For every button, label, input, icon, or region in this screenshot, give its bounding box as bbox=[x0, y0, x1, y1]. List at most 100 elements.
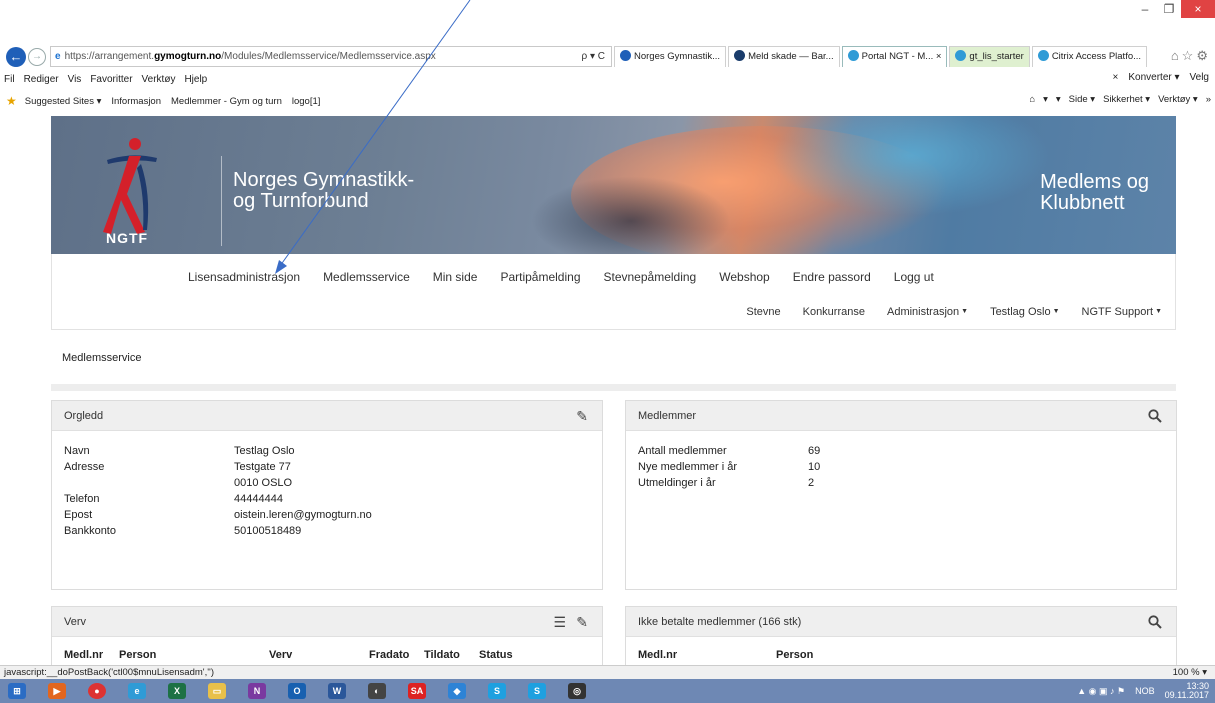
browser-tab[interactable]: Norges Gymnastik... bbox=[614, 46, 727, 67]
info-row: Adresse Testgate 77 bbox=[64, 459, 590, 475]
nav-item[interactable]: Lisensadministrasjon bbox=[188, 270, 300, 284]
nav-item[interactable]: Min side bbox=[433, 270, 478, 284]
command-button[interactable]: ▾ bbox=[1056, 94, 1061, 105]
command-button[interactable]: » bbox=[1206, 94, 1211, 105]
menu-item[interactable]: Favoritter bbox=[90, 74, 132, 85]
caret-down-icon: ▼ bbox=[1155, 308, 1162, 315]
language-indicator[interactable]: NOB bbox=[1135, 686, 1155, 696]
table-column-header[interactable]: Medl.nr bbox=[638, 649, 776, 661]
favorite-link[interactable]: Informasjon bbox=[111, 96, 161, 107]
home-star-gear-icons[interactable]: ⌂☆⚙ bbox=[1171, 48, 1211, 64]
clock[interactable]: 13:30 09.11.2017 bbox=[1165, 682, 1209, 700]
browser-tab-label: Citrix Access Platfo... bbox=[1051, 51, 1142, 62]
edit-pencil-icon[interactable]: ✎ bbox=[576, 408, 588, 425]
taskbar-audio-icon[interactable]: ◎ bbox=[560, 680, 594, 702]
taskbar-word-icon[interactable]: W bbox=[320, 680, 354, 702]
command-button[interactable]: Verktøy ▾ bbox=[1158, 94, 1198, 105]
info-value: 0010 OSLO bbox=[234, 477, 293, 489]
orgledd-panel: Orgledd ✎ Navn Testlag Oslo Adresse Testgat… bbox=[51, 400, 603, 590]
taskbar-ie-icon[interactable]: e bbox=[120, 680, 154, 702]
favorite-link[interactable]: logo[1] bbox=[292, 96, 321, 107]
taskbar-onenote-icon[interactable]: N bbox=[240, 680, 274, 702]
list-icon[interactable]: ☰ bbox=[553, 614, 566, 631]
table-column-header[interactable]: Verv bbox=[269, 649, 369, 661]
taskbar-sa-icon[interactable]: SA bbox=[400, 680, 434, 702]
tab-favicon-icon bbox=[847, 50, 859, 61]
address-row: ← → e https://arrangement. gymogturn.no/M… bbox=[0, 46, 1215, 68]
table-column-header[interactable]: Status bbox=[479, 649, 529, 661]
search-icon[interactable] bbox=[1148, 409, 1162, 423]
restore-icon[interactable]: ❐ bbox=[1157, 0, 1181, 18]
zoom-level[interactable]: 100 % ▾ bbox=[1173, 667, 1207, 678]
verv-table-header: Medl.nr Person Verv Fradato Tildato Status bbox=[52, 649, 602, 661]
back-button[interactable]: ← bbox=[6, 47, 26, 67]
medlemmer-header: Medlemmer bbox=[626, 401, 1176, 431]
nav-item[interactable]: Partipåmelding bbox=[500, 270, 580, 284]
command-button[interactable]: Sikkerhet ▾ bbox=[1103, 94, 1150, 105]
edit-pencil-icon[interactable]: ✎ bbox=[576, 614, 588, 631]
nav-item[interactable]: Webshop bbox=[719, 270, 769, 284]
address-bar[interactable]: e https://arrangement. gymogturn.no/Modul… bbox=[50, 46, 612, 67]
taskbar-skype-icon[interactable]: S bbox=[480, 680, 514, 702]
info-label: Nye medlemmer i år bbox=[638, 461, 738, 473]
command-button[interactable]: Side ▾ bbox=[1069, 94, 1095, 105]
start-button[interactable]: ⊞ bbox=[0, 680, 34, 702]
favorite-link[interactable]: Suggested Sites ▾ bbox=[25, 96, 102, 107]
favorites-star-icon[interactable]: ★ bbox=[6, 94, 17, 108]
taskbar-outlook-icon[interactable]: O bbox=[280, 680, 314, 702]
info-label bbox=[64, 475, 234, 491]
table-column-header[interactable]: Tildato bbox=[424, 649, 479, 661]
browser-tab[interactable]: Portal NGT - M... × bbox=[841, 46, 948, 67]
search-icon[interactable] bbox=[1148, 615, 1162, 629]
menu-item[interactable]: Verktøy bbox=[142, 74, 176, 85]
menu-item[interactable]: Rediger bbox=[24, 74, 59, 85]
nav-item[interactable]: Endre passord bbox=[793, 270, 871, 284]
favorite-link[interactable]: Medlemmer - Gym og turn bbox=[171, 96, 282, 107]
browser-tab[interactable]: Citrix Access Platfo... bbox=[1031, 46, 1148, 67]
subnav-item[interactable]: Administrasjon ▼ bbox=[887, 306, 968, 318]
menu-item[interactable]: Hjelp bbox=[184, 74, 207, 85]
navigation-box: Lisensadministrasjon Medlemsservice Min si… bbox=[51, 254, 1176, 330]
browser-tab[interactable]: gt_lis_starter bbox=[949, 46, 1030, 67]
table-column-header[interactable]: Person bbox=[119, 649, 269, 661]
menu-item[interactable]: Fil bbox=[4, 74, 15, 85]
browser-tab-label: gt_lis_starter bbox=[969, 51, 1024, 62]
nav-item[interactable]: Logg ut bbox=[894, 270, 934, 284]
subnav-label: Konkurranse bbox=[802, 306, 865, 318]
home-icon[interactable]: ⌂ bbox=[1029, 94, 1035, 105]
browser-tab-label: Norges Gymnastik... bbox=[634, 51, 721, 62]
command-button[interactable]: ▾ bbox=[1043, 94, 1048, 105]
info-label: Bankkonto bbox=[64, 525, 116, 537]
nav-item[interactable]: Medlemsservice bbox=[323, 270, 410, 284]
info-label: Antall medlemmer bbox=[638, 445, 727, 457]
subnav-item[interactable]: Testlag Oslo ▼ bbox=[990, 306, 1059, 318]
page-title: Medlemsservice bbox=[62, 352, 142, 364]
subnav-item[interactable]: NGTF Support ▼ bbox=[1082, 306, 1162, 318]
taskbar-media-icon[interactable]: ▶ bbox=[40, 680, 74, 702]
menu-item[interactable]: Vis bbox=[68, 74, 82, 85]
menu-right-item[interactable]: Konverter ▾ bbox=[1128, 72, 1179, 83]
subnav-item[interactable]: Stevne bbox=[746, 306, 780, 318]
taskbar-folder-icon[interactable]: ▭ bbox=[200, 680, 234, 702]
taskbar-dropbox-icon[interactable]: ◆ bbox=[440, 680, 474, 702]
forward-button[interactable]: → bbox=[28, 48, 46, 66]
nav-item[interactable]: Stevnepåmelding bbox=[604, 270, 697, 284]
taskbar-chrome-icon[interactable]: ● bbox=[80, 680, 114, 702]
search-refresh-icon[interactable]: ρ ▾ C bbox=[582, 51, 612, 62]
menu-right-item[interactable]: Velg bbox=[1190, 72, 1209, 83]
menu-right-item[interactable]: × bbox=[1113, 72, 1119, 83]
table-column-header[interactable]: Medl.nr bbox=[64, 649, 119, 661]
taskbar-skype2-icon[interactable]: S bbox=[520, 680, 554, 702]
table-column-header[interactable]: Person bbox=[776, 649, 896, 661]
minimize-icon[interactable]: – bbox=[1133, 0, 1157, 18]
subnav-label: NGTF Support bbox=[1081, 306, 1154, 318]
medlemmer-body: Antall medlemmer 69 Nye medlemmer i år 10 Ut… bbox=[626, 431, 1176, 503]
info-value: 50100518489 bbox=[234, 525, 302, 537]
taskbar-excel-icon[interactable]: X bbox=[160, 680, 194, 702]
subnav-item[interactable]: Konkurranse bbox=[803, 306, 865, 318]
close-window-icon[interactable]: × bbox=[1181, 0, 1215, 18]
browser-tab[interactable]: Meld skade — Bar... bbox=[728, 46, 840, 67]
table-column-header[interactable]: Fradato bbox=[369, 649, 424, 661]
tray-icons[interactable]: ▲ ◉ ▣ ♪ ⚑ bbox=[1077, 686, 1125, 697]
taskbar-app-icon[interactable]: ◐ bbox=[360, 680, 394, 702]
